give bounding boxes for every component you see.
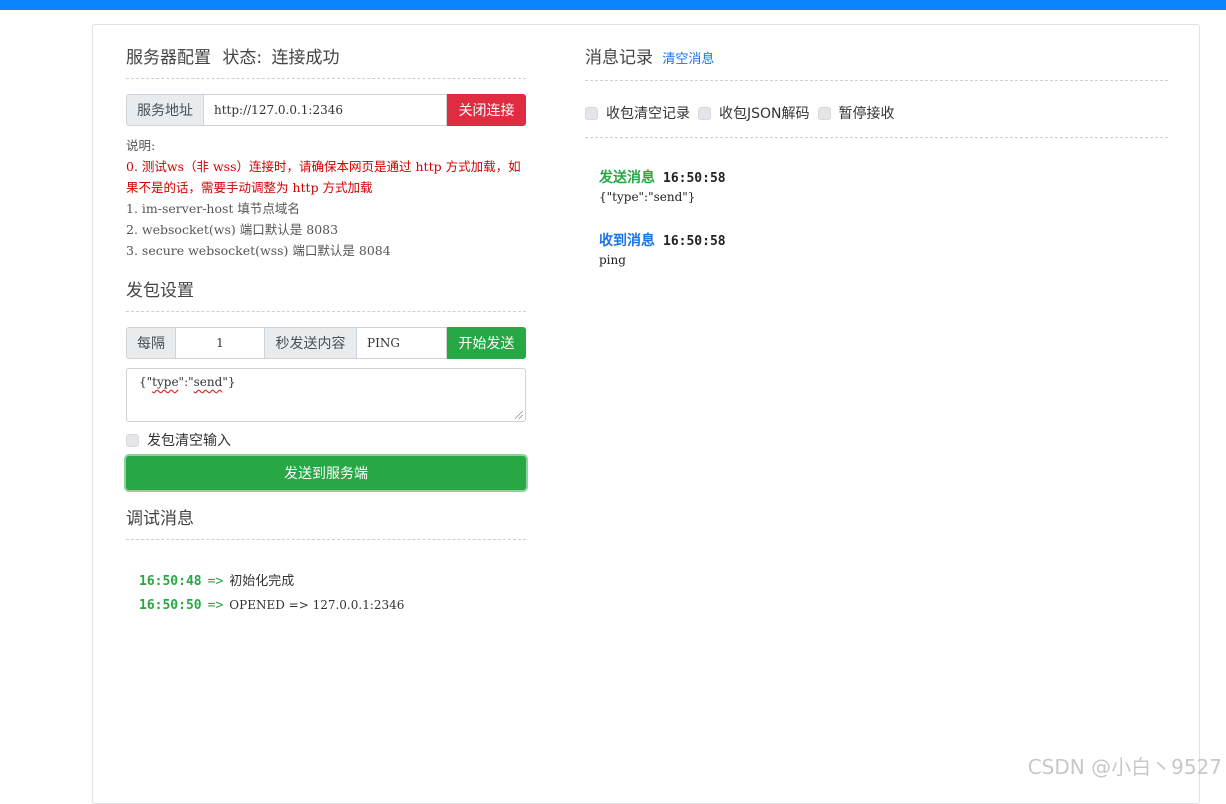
- log-text: 初始化完成: [229, 574, 295, 589]
- message-received-label: 收到消息: [599, 233, 655, 249]
- message-time: 16:50:58: [663, 234, 726, 249]
- interval-input[interactable]: 1: [176, 327, 265, 359]
- instructions-item: 1. im-server-host 填节点域名: [126, 201, 300, 216]
- log-text: OPENED => 127.0.0.1:2346: [229, 598, 405, 612]
- divider: [585, 80, 1168, 81]
- debug-log-line: 16:50:48 => 初始化完成: [139, 570, 294, 589]
- main-panel: 服务器配置 状态: 连接成功 服务地址 http://127.0.0.1:234…: [92, 24, 1200, 804]
- json-decode-checkbox[interactable]: [698, 106, 711, 120]
- every-label: 每隔: [126, 327, 176, 359]
- status-value: 连接成功: [271, 48, 340, 68]
- server-config-title: 服务器配置: [126, 48, 211, 68]
- start-sending-button[interactable]: 开始发送: [447, 327, 526, 359]
- message-sent-label: 发送消息: [599, 170, 655, 186]
- divider: [585, 137, 1168, 138]
- close-connection-button[interactable]: 关闭连接: [447, 94, 526, 126]
- auto-send-content-input[interactable]: PING: [357, 327, 447, 359]
- send-settings-title: 发包设置: [126, 281, 194, 301]
- server-address-input[interactable]: http://127.0.0.1:2346: [204, 94, 447, 126]
- message-records-heading: 消息记录 清空消息: [585, 43, 714, 68]
- log-arrow: =>: [207, 598, 224, 613]
- watermark: CSDN @小白丶9527: [1027, 755, 1222, 779]
- resize-grip-icon[interactable]: [515, 411, 523, 419]
- message-time: 16:50:58: [663, 171, 726, 186]
- json-decode-label: 收包JSON解码: [719, 106, 810, 122]
- top-accent-bar: [0, 0, 1226, 10]
- payload-text: "}: [222, 375, 236, 389]
- instructions: 说明: 0. 测试ws（非 wss）连接时，请确保本网页是通过 http 方式加…: [126, 135, 526, 261]
- clear-on-receive-checkbox[interactable]: [585, 106, 598, 120]
- log-arrow: =>: [207, 574, 224, 589]
- seconds-content-label: 秒发送内容: [265, 327, 357, 359]
- message-body: ping: [599, 253, 626, 267]
- divider: [126, 311, 526, 312]
- status-label: 状态:: [222, 48, 263, 68]
- message-item-header: 收到消息 16:50:58: [599, 230, 726, 250]
- receive-options: 收包清空记录 收包JSON解码 暂停接收: [585, 103, 895, 123]
- debug-log-line: 16:50:50 => OPENED => 127.0.0.1:2346: [139, 598, 404, 613]
- payload-text: send: [193, 375, 223, 389]
- server-address-label: 服务地址: [126, 94, 204, 126]
- send-to-server-button[interactable]: 发送到服务端: [126, 456, 526, 490]
- debug-messages-title: 调试消息: [126, 509, 194, 529]
- pause-receive-label: 暂停接收: [838, 106, 895, 122]
- log-time: 16:50:48: [139, 574, 202, 589]
- message-records-title: 消息记录: [585, 48, 653, 68]
- server-address-group: 服务地址 http://127.0.0.1:2346 关闭连接: [126, 94, 526, 126]
- instructions-item: 3. secure websocket(wss) 端口默认是 8084: [126, 243, 391, 258]
- instructions-warning: 0. 测试ws（非 wss）连接时，请确保本网页是通过 http 方式加载，如果…: [126, 159, 521, 195]
- message-item-header: 发送消息 16:50:58: [599, 167, 726, 187]
- instructions-title: 说明:: [126, 138, 156, 153]
- divider: [126, 78, 526, 79]
- clear-messages-link[interactable]: 清空消息: [662, 52, 714, 67]
- clear-input-checkbox[interactable]: [126, 433, 139, 447]
- payload-text: {": [139, 375, 153, 389]
- clear-input-option[interactable]: 发包清空输入: [126, 430, 231, 450]
- clear-input-label: 发包清空输入: [147, 433, 231, 449]
- pause-receive-checkbox[interactable]: [817, 106, 831, 120]
- server-config-heading: 服务器配置 状态: 连接成功: [126, 43, 340, 68]
- divider: [126, 539, 526, 540]
- message-body: {"type":"send"}: [599, 190, 696, 204]
- send-interval-group: 每隔 1 秒发送内容 PING 开始发送: [126, 327, 526, 359]
- payload-text: ":": [178, 375, 194, 389]
- log-time: 16:50:50: [139, 598, 202, 613]
- payload-textarea[interactable]: {"type":"send"}: [126, 368, 526, 422]
- payload-text: type: [152, 375, 179, 389]
- instructions-item: 2. websocket(ws) 端口默认是 8083: [126, 222, 339, 237]
- clear-on-receive-label: 收包清空记录: [606, 106, 690, 122]
